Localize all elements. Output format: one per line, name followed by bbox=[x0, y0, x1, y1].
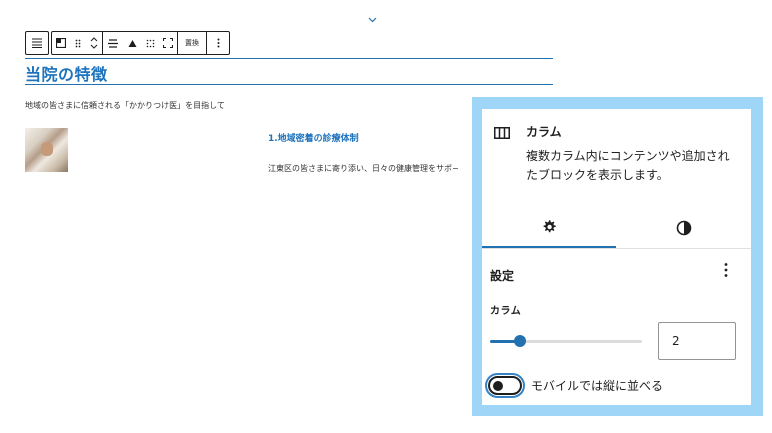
fullwidth-button[interactable] bbox=[159, 32, 177, 54]
expand-icon bbox=[163, 38, 173, 48]
block-toolbar: 置換 bbox=[25, 31, 232, 55]
grid-button[interactable] bbox=[141, 32, 159, 54]
align-justify-icon bbox=[32, 38, 42, 48]
page-heading: 当院の特徴 bbox=[25, 65, 108, 84]
contrast-icon bbox=[676, 220, 692, 236]
more-options-button[interactable] bbox=[207, 32, 229, 54]
tab-settings[interactable] bbox=[482, 208, 616, 248]
vertical-align-button[interactable] bbox=[123, 32, 141, 54]
vertical-dots-icon bbox=[724, 263, 728, 277]
block-description: 複数カラム内にコンテンツや追加されたブロックを表示します。 bbox=[526, 149, 730, 182]
block-type-button[interactable] bbox=[52, 32, 70, 54]
settings-section-title: 設定 bbox=[490, 269, 515, 283]
doctor-image[interactable] bbox=[25, 128, 68, 172]
select-parent-button[interactable] bbox=[26, 32, 48, 54]
triangle-icon bbox=[128, 39, 136, 47]
chevron-down-icon bbox=[368, 16, 377, 23]
settings-tabs bbox=[482, 208, 751, 249]
mobile-stack-toggle[interactable] bbox=[485, 373, 525, 398]
align-button[interactable] bbox=[103, 32, 123, 54]
toolbar-group-block: 置換 bbox=[51, 31, 230, 55]
heading-block[interactable]: 当院の特徴 bbox=[25, 58, 553, 85]
chevron-up-down-icon bbox=[90, 37, 98, 49]
intro-paragraph[interactable]: 地域の皆さまに信頼される「かかりつけ医」を目指して bbox=[25, 100, 225, 111]
section-options-button[interactable] bbox=[718, 262, 734, 282]
columns-block-icon bbox=[56, 38, 66, 48]
columns-label: カラム bbox=[490, 306, 522, 317]
mobile-stack-label: モバイルでは縦に並べる bbox=[531, 379, 664, 393]
column-paragraph[interactable]: 江東区の皆さまに寄り添い、日々の健康管理をサポ− bbox=[268, 163, 459, 174]
drag-handle[interactable] bbox=[70, 32, 86, 54]
move-up-down-button[interactable] bbox=[86, 32, 102, 54]
image-detail bbox=[41, 142, 53, 156]
drag-icon bbox=[75, 39, 81, 47]
block-title: カラム bbox=[526, 125, 562, 139]
vertical-dots-icon bbox=[217, 38, 219, 48]
slider-thumb[interactable] bbox=[514, 335, 526, 347]
columns-slider[interactable] bbox=[490, 335, 642, 347]
columns-icon bbox=[494, 124, 510, 139]
toolbar-group-parent bbox=[25, 31, 49, 55]
column-heading[interactable]: 1.地域密着の診療体制 bbox=[268, 131, 359, 144]
columns-number-input[interactable]: 2 bbox=[658, 322, 736, 360]
tab-styles[interactable] bbox=[617, 208, 751, 248]
replace-button[interactable]: 置換 bbox=[178, 32, 206, 54]
gear-icon bbox=[543, 220, 556, 233]
grid-dots-icon bbox=[146, 39, 154, 47]
block-settings-panel: カラム 複数カラム内にコンテンツや追加されたブロックを表示します。 設定 カラム… bbox=[482, 109, 751, 405]
align-center-icon bbox=[108, 38, 118, 48]
toggle-knob bbox=[493, 381, 503, 391]
